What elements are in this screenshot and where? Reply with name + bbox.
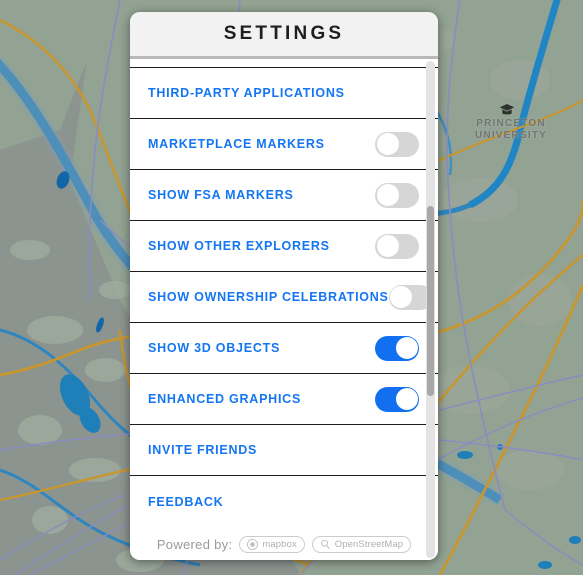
settings-row-show-ownership-celebrations[interactable]: SHOW OWNERSHIP CELEBRATIONS (130, 272, 438, 323)
settings-row-marketplace-markers[interactable]: MARKETPLACE MARKERS (130, 119, 438, 170)
toggle-knob (395, 388, 418, 410)
settings-row-invite-friends[interactable]: INVITE FRIENDS (130, 425, 438, 476)
toggle-show-fsa-markers[interactable] (375, 182, 419, 208)
settings-label-show-other-explorers: SHOW OTHER EXPLORERS (148, 239, 330, 253)
settings-label-third-party-applications: THIRD-PARTY APPLICATIONS (148, 86, 345, 100)
settings-label-invite-friends: INVITE FRIENDS (148, 443, 258, 457)
toggle-knob (376, 184, 399, 206)
openstreetmap-badge[interactable]: OpenStreetMap (311, 536, 412, 553)
map-attribution-bar: Powered by: mapbox OpenStreetMap (130, 527, 438, 553)
poi-label-line2: UNIVERSITY (474, 130, 547, 141)
settings-label-marketplace-markers: MARKETPLACE MARKERS (148, 137, 325, 151)
toggle-enhanced-graphics[interactable] (375, 386, 419, 412)
settings-row-show-fsa-markers[interactable]: SHOW FSA MARKERS (130, 170, 438, 221)
settings-row-show-3d-objects[interactable]: SHOW 3D OBJECTS (130, 323, 438, 374)
toggle-knob (376, 235, 399, 257)
toggle-knob (395, 337, 418, 359)
toggle-marketplace-markers[interactable] (375, 131, 419, 157)
settings-label-show-ownership-celebrations: SHOW OWNERSHIP CELEBRATIONS (148, 290, 389, 304)
poi-label-princeton-university: PRINCETON UNIVERSITY (463, 118, 559, 142)
powered-by-label: Powered by: (156, 537, 233, 552)
mapbox-badge[interactable]: mapbox (239, 536, 305, 553)
settings-label-show-fsa-markers: SHOW FSA MARKERS (148, 188, 294, 202)
mapbox-badge-label: mapbox (262, 539, 297, 550)
toggle-show-3d-objects[interactable] (375, 335, 419, 361)
page-title: SETTINGS (223, 23, 345, 44)
settings-scrollbar-thumb[interactable] (427, 206, 434, 396)
magnifier-icon (320, 539, 330, 550)
settings-row-show-other-explorers[interactable]: SHOW OTHER EXPLORERS (130, 221, 438, 272)
graduation-cap-icon (499, 104, 515, 115)
settings-scroll-area[interactable]: THIRD-PARTY APPLICATIONS MARKETPLACE MAR… (130, 59, 438, 560)
toggle-knob (376, 133, 399, 155)
poi-label-line1: PRINCETON (476, 118, 546, 129)
toggle-knob (390, 286, 413, 308)
settings-row-partial-top (130, 59, 438, 68)
settings-scrollbar-track[interactable] (426, 61, 435, 558)
settings-panel: SETTINGS THIRD-PARTY APPLICATIONS MARKET… (130, 12, 438, 560)
settings-row-enhanced-graphics[interactable]: ENHANCED GRAPHICS (130, 374, 438, 425)
settings-row-third-party-applications[interactable]: THIRD-PARTY APPLICATIONS (130, 68, 438, 119)
settings-label-enhanced-graphics: ENHANCED GRAPHICS (148, 392, 302, 406)
settings-label-feedback: FEEDBACK (148, 494, 224, 509)
openstreetmap-badge-label: OpenStreetMap (334, 539, 404, 550)
toggle-show-other-explorers[interactable] (375, 233, 419, 259)
settings-row-feedback[interactable]: FEEDBACK (130, 476, 438, 527)
settings-label-show-3d-objects: SHOW 3D OBJECTS (148, 341, 281, 355)
settings-panel-header: SETTINGS (130, 12, 438, 59)
mapbox-logo-icon (247, 539, 259, 550)
